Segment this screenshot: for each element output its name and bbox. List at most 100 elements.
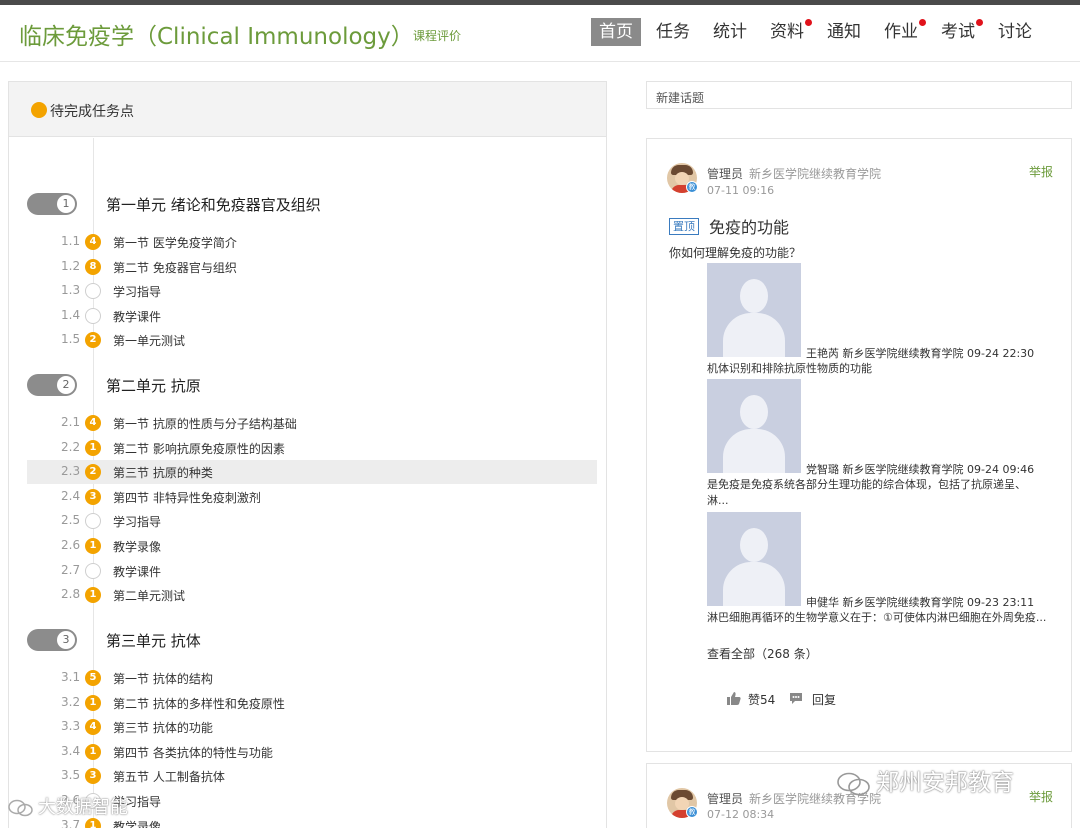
post-author-name[interactable]: 管理员: [707, 167, 743, 181]
lesson-row[interactable]: 1.3 学习指导: [27, 279, 597, 303]
nav-item-2[interactable]: 统计: [705, 18, 755, 46]
default-user-avatar[interactable]: [707, 263, 801, 357]
lesson-title[interactable]: 第二节 免疫器官与组织: [113, 259, 237, 276]
lesson-number: 3.1: [61, 670, 81, 684]
nav-item-4[interactable]: 通知: [819, 18, 869, 46]
lesson-title[interactable]: 第二单元测试: [113, 587, 185, 604]
lesson-row[interactable]: 2.4 3 第四节 非特异性免疫刺激剂: [27, 485, 597, 509]
nav-item-7[interactable]: 讨论: [990, 18, 1040, 46]
new-topic-input[interactable]: 新建话题: [646, 81, 1072, 109]
lesson-title[interactable]: 第四节 各类抗体的特性与功能: [113, 744, 273, 761]
nav-item-1[interactable]: 任务: [648, 18, 698, 46]
nav-item-label: 统计: [713, 22, 747, 42]
lesson-number: 3.2: [61, 695, 81, 709]
pinned-tag: 置顶: [669, 218, 699, 235]
pending-count-badge: 4: [85, 719, 101, 735]
pending-count-badge: 1: [85, 818, 101, 828]
main-nav: 首页 任务 统计 资料 通知 作业 考试 讨论: [591, 18, 1047, 46]
lesson-row[interactable]: 2.2 1 第二节 影响抗原免疫原性的因素: [27, 436, 597, 460]
lesson-number: 2.8: [61, 587, 81, 601]
lesson-number: 1.1: [61, 234, 81, 248]
pending-count-badge: 1: [85, 440, 101, 456]
lesson-row[interactable]: 2.8 1 第二单元测试: [27, 583, 597, 607]
nav-item-label: 作业: [884, 22, 918, 42]
report-link-2[interactable]: 举报: [1029, 788, 1053, 805]
unit-toggle-2[interactable]: 2: [27, 374, 77, 396]
lesson-row[interactable]: 3.5 3 第五节 人工制备抗体: [27, 764, 597, 788]
lesson-title[interactable]: 教学录像: [113, 538, 161, 555]
unread-dot-icon: [805, 19, 812, 26]
lesson-title[interactable]: 教学课件: [113, 563, 161, 580]
lesson-title[interactable]: 第五节 人工制备抗体: [113, 768, 225, 785]
nav-item-label: 任务: [656, 22, 690, 42]
reply-meta: 申健华 新乡医学院继续教育学院 09-23 23:11: [806, 596, 1035, 609]
nav-item-5[interactable]: 作业: [876, 18, 926, 46]
header: 临床免疫学（Clinical Immunology） 课程评价 首页 任务 统计 资料…: [0, 5, 1080, 62]
lesson-row[interactable]: 1.1 4 第一节 医学免疫学简介: [27, 230, 597, 254]
nav-item-label: 通知: [827, 22, 861, 42]
reply-text[interactable]: 机体识别和排除抗原性物质的功能: [707, 361, 1047, 377]
lesson-row[interactable]: 2.7 教学课件: [27, 559, 597, 583]
unit-toggle-1[interactable]: 1: [27, 193, 77, 215]
lesson-title[interactable]: 第四节 非特异性免疫刺激剂: [113, 489, 261, 506]
unit-title[interactable]: 第三单元 抗体: [106, 630, 201, 651]
empty-circle-icon: [85, 308, 101, 324]
course-eval-link[interactable]: 课程评价: [413, 27, 461, 44]
lesson-title[interactable]: 第二节 影响抗原免疫原性的因素: [113, 440, 285, 457]
lesson-title[interactable]: 第三节 抗体的功能: [113, 719, 213, 736]
lesson-title[interactable]: 第一节 医学免疫学简介: [113, 234, 237, 251]
post-title[interactable]: 免疫的功能: [709, 214, 789, 238]
lesson-row[interactable]: 2.1 4 第一节 抗原的性质与分子结构基础: [27, 411, 597, 435]
lesson-row[interactable]: 3.3 4 第三节 抗体的功能: [27, 715, 597, 739]
nav-item-3[interactable]: 资料: [762, 18, 812, 46]
pending-count-badge: 1: [85, 538, 101, 554]
post2-author-name[interactable]: 管理员: [707, 792, 743, 806]
lesson-title[interactable]: 学习指导: [113, 513, 161, 530]
discussion-post: 教 管理员 新乡医学院继续教育学院 07-11 09:16 举报 置顶 免疫的功能…: [646, 138, 1072, 752]
nav-item-0[interactable]: 首页: [591, 18, 641, 46]
lesson-row[interactable]: 2.5 学习指导: [27, 509, 597, 533]
lesson-row[interactable]: 2.3 2 第三节 抗原的种类: [27, 460, 597, 484]
lesson-number: 2.4: [61, 489, 81, 503]
view-all-link[interactable]: 查看全部（268 条）: [707, 645, 818, 662]
unit-toggle-3[interactable]: 3: [27, 629, 77, 651]
lesson-number: 2.6: [61, 538, 81, 552]
nav-item-6[interactable]: 考试: [933, 18, 983, 46]
lesson-title[interactable]: 第三节 抗原的种类: [113, 464, 213, 481]
report-link[interactable]: 举报: [1029, 163, 1053, 180]
pending-label: 待完成任务点: [50, 104, 134, 120]
wechat-logo-icon: [8, 799, 33, 817]
lesson-title[interactable]: 学习指导: [113, 283, 161, 300]
course-title[interactable]: 临床免疫学（Clinical Immunology）: [19, 17, 414, 51]
unit-number: 2: [57, 376, 75, 394]
pending-count-badge: 4: [85, 234, 101, 250]
unit-title[interactable]: 第二单元 抗原: [106, 375, 201, 396]
lesson-number: 2.2: [61, 440, 81, 454]
lesson-row[interactable]: 3.2 1 第二节 抗体的多样性和免疫原性: [27, 691, 597, 715]
like-count[interactable]: 赞54: [748, 691, 775, 708]
lesson-row[interactable]: 1.4 教学课件: [27, 304, 597, 328]
default-user-avatar[interactable]: [707, 379, 801, 473]
lesson-row[interactable]: 3.1 5 第一节 抗体的结构: [27, 666, 597, 690]
watermark-right: 郑州安邦教育: [836, 763, 1014, 797]
lesson-title[interactable]: 第二节 抗体的多样性和免疫原性: [113, 695, 285, 712]
lesson-row[interactable]: 3.4 1 第四节 各类抗体的特性与功能: [27, 740, 597, 764]
unit-title[interactable]: 第一单元 绪论和免疫器官及组织: [106, 194, 321, 215]
reply-text[interactable]: 是免疫是免疫系统各部分生理功能的综合体现，包括了抗原递呈、淋...: [707, 477, 1047, 509]
reply-item: 党智璐 新乡医学院继续教育学院 09-24 09:46 是免疫是免疫系统各部分生理…: [707, 379, 1057, 519]
lesson-title[interactable]: 教学课件: [113, 308, 161, 325]
lesson-title[interactable]: 第一节 抗体的结构: [113, 670, 213, 687]
reply-button[interactable]: 回复: [812, 691, 836, 708]
lesson-row[interactable]: 2.6 1 教学录像: [27, 534, 597, 558]
wechat-logo-icon-2: [837, 772, 870, 795]
empty-circle-icon: [85, 283, 101, 299]
default-user-avatar[interactable]: [707, 512, 801, 606]
reply-text[interactable]: 淋巴细胞再循环的生物学意义在于：①可使体内淋巴细胞在外周免疫...: [707, 610, 1047, 626]
lesson-row[interactable]: 1.2 8 第二节 免疫器官与组织: [27, 255, 597, 279]
thumbs-up-icon[interactable]: [727, 691, 741, 705]
lesson-title[interactable]: 第一节 抗原的性质与分子结构基础: [113, 415, 297, 432]
lesson-row[interactable]: 1.5 2 第一单元测试: [27, 328, 597, 352]
lesson-title[interactable]: 教学录像: [113, 818, 161, 828]
lesson-title[interactable]: 第一单元测试: [113, 332, 185, 349]
comment-icon[interactable]: [789, 692, 803, 705]
